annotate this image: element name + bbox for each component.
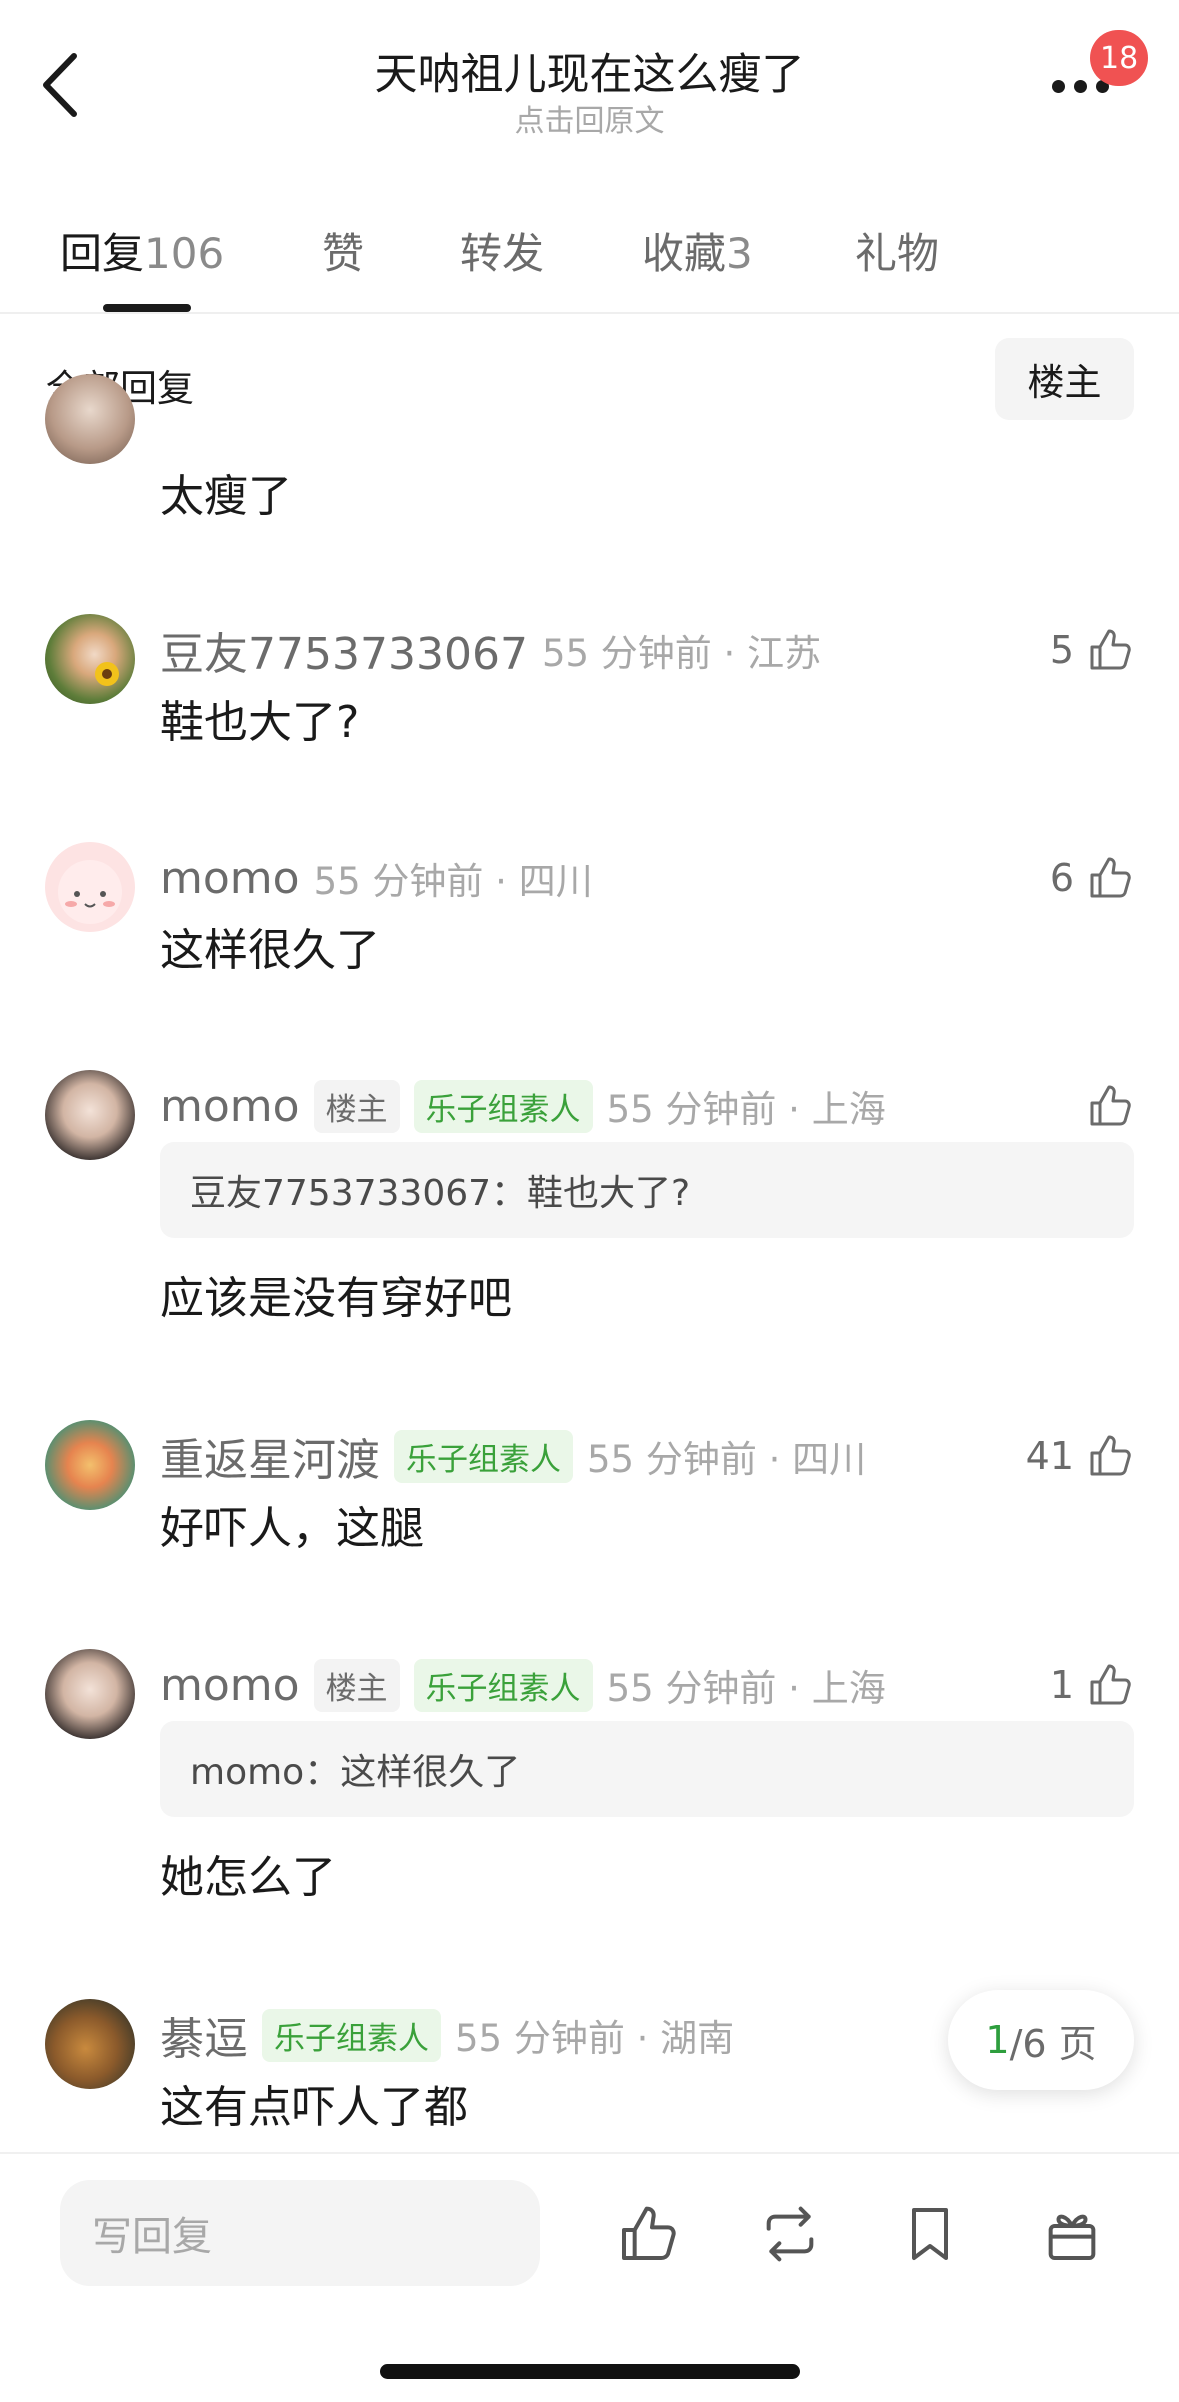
repost-button[interactable] <box>750 2194 830 2274</box>
comment-meta: momo 楼主 乐子组素人 55 分钟前 · 上海 <box>160 1076 886 1136</box>
bottom-action-bar: 写回复 <box>0 2152 1179 2402</box>
like-button[interactable]: 6 <box>1050 848 1134 908</box>
avatar[interactable] <box>45 1999 135 2089</box>
comment-text: 太瘦了 <box>160 471 292 522</box>
comment-item: momo 55 分钟前 · 四川 6 这样很久了 <box>0 836 1179 986</box>
quoted-reply[interactable]: momo：这样很久了 <box>160 1721 1134 1817</box>
gift-button[interactable] <box>1032 2194 1112 2274</box>
like-count: 1 <box>1049 1663 1074 1707</box>
notification-badge: 18 <box>1090 30 1149 86</box>
thumbs-up-icon <box>622 2206 676 2260</box>
back-to-original-link[interactable]: 点击回原文 <box>0 96 1179 140</box>
reply-input[interactable]: 写回复 <box>60 2180 540 2286</box>
comment-item: momo 楼主 乐子组素人 55 分钟前 · 上海 1 momo：这样很久了 她… <box>0 1643 1179 1913</box>
time-location: 55 分钟前 · 江苏 <box>541 632 822 675</box>
bookmark-icon <box>912 2208 948 2260</box>
tab-favorites[interactable]: 收藏3 <box>642 220 753 281</box>
time-location: 55 分钟前 · 湖南 <box>455 2017 735 2060</box>
username[interactable]: 綦逗 <box>160 2003 248 2067</box>
top-navigation-bar: 天呐祖儿现在这么瘦了 点击回原文 18 <box>0 0 1179 150</box>
tab-count: 106 <box>144 229 225 278</box>
username[interactable]: 重返星河渡 <box>160 1424 380 1488</box>
comment-meta: 重返星河渡 乐子组素人 55 分钟前 · 四川 <box>160 1426 866 1486</box>
more-icon <box>1052 80 1109 93</box>
avatar[interactable] <box>45 1070 135 1160</box>
op-badge: 楼主 <box>313 1658 400 1712</box>
active-tab-indicator <box>103 304 191 312</box>
comment-meta: 綦逗 乐子组素人 55 分钟前 · 湖南 <box>160 2005 734 2065</box>
like-button[interactable]: 5 <box>1050 620 1134 680</box>
tab-label: 赞 <box>322 229 365 278</box>
thumbs-up-icon <box>1090 1664 1131 1705</box>
like-button[interactable]: 41 <box>1026 1426 1134 1486</box>
time-location: 55 分钟前 · 四川 <box>313 860 593 903</box>
thumbs-up-icon <box>1090 857 1131 898</box>
comment-text: 鞋也大了? <box>160 697 360 748</box>
like-count: 41 <box>1025 1434 1074 1478</box>
avatar[interactable] <box>45 1420 135 1510</box>
tab-label: 礼物 <box>855 229 940 278</box>
comment-text: 这有点吓人了都 <box>160 2082 468 2133</box>
avatar[interactable] <box>45 842 135 932</box>
gift-icon <box>1048 2214 1096 2260</box>
filter-row: 全部回复 楼主 <box>0 336 1179 426</box>
tab-reposts[interactable]: 转发 <box>460 220 544 281</box>
comment-meta: momo 55 分钟前 · 四川 <box>160 848 593 908</box>
comment-text: 好吓人，这腿 <box>160 1503 424 1554</box>
time-location: 55 分钟前 · 四川 <box>587 1438 867 1481</box>
like-button[interactable] <box>1086 1076 1134 1136</box>
time-location: 55 分钟前 · 上海 <box>606 1088 886 1131</box>
avatar[interactable] <box>45 614 135 704</box>
time-location: 55 分钟前 · 上海 <box>606 1667 886 1710</box>
username[interactable]: momo <box>160 853 300 904</box>
post-title: 天呐祖儿现在这么瘦了 <box>374 50 805 100</box>
username[interactable]: momo <box>160 1660 300 1711</box>
group-badge: 乐子组素人 <box>394 1429 573 1483</box>
avatar[interactable] <box>45 374 135 464</box>
avatar[interactable] <box>45 1649 135 1739</box>
tab-replies[interactable]: 回复106 <box>60 220 224 281</box>
repost-icon <box>766 2206 814 2262</box>
tab-label: 回复 <box>60 229 145 278</box>
comment-text: 这样很久了 <box>160 925 380 976</box>
like-button[interactable]: 1 <box>1050 1655 1134 1715</box>
tab-label: 转发 <box>460 229 545 278</box>
bookmark-button[interactable] <box>890 2194 970 2274</box>
username[interactable]: momo <box>160 1081 300 1132</box>
comment-item: 太瘦了 <box>0 374 1179 544</box>
comment-meta: 豆友7753733067 55 分钟前 · 江苏 <box>160 620 821 680</box>
tab-label: 收藏 <box>642 229 727 278</box>
home-indicator <box>380 2364 800 2379</box>
op-only-filter-button[interactable]: 楼主 <box>995 338 1134 420</box>
comment-text: 她怎么了 <box>160 1852 336 1903</box>
like-post-button[interactable] <box>608 2194 688 2274</box>
thumbs-up-icon <box>1090 1085 1131 1126</box>
group-badge: 乐子组素人 <box>413 1079 593 1133</box>
username[interactable]: 豆友7753733067 <box>160 618 528 682</box>
sunflower-icon <box>95 662 119 686</box>
comment-text: 应该是没有穿好吧 <box>160 1273 512 1324</box>
comment-meta: momo 楼主 乐子组素人 55 分钟前 · 上海 <box>160 1655 886 1715</box>
tab-gifts[interactable]: 礼物 <box>855 220 939 281</box>
cartoon-face-icon <box>58 860 122 924</box>
comment-item: momo 楼主 乐子组素人 55 分钟前 · 上海 豆友7753733067：鞋… <box>0 1064 1179 1334</box>
like-count: 5 <box>1049 628 1074 672</box>
group-badge: 乐子组素人 <box>413 1658 593 1712</box>
current-page: 1 <box>985 2018 1010 2062</box>
comment-item: 重返星河渡 乐子组素人 55 分钟前 · 四川 41 好吓人，这腿 <box>0 1414 1179 1564</box>
tab-likes[interactable]: 赞 <box>322 220 364 281</box>
group-badge: 乐子组素人 <box>262 2008 441 2062</box>
total-pages: /6 页 <box>1009 2021 1097 2066</box>
tab-count: 3 <box>726 229 753 278</box>
thumbs-up-icon <box>1090 629 1131 670</box>
op-badge: 楼主 <box>313 1079 400 1133</box>
page-indicator[interactable]: 1/6 页 <box>948 1990 1134 2090</box>
comment-item: 豆友7753733067 55 分钟前 · 江苏 5 鞋也大了? <box>0 608 1179 758</box>
quoted-reply[interactable]: 豆友7753733067：鞋也大了? <box>160 1142 1134 1238</box>
like-count: 6 <box>1049 856 1074 900</box>
tab-bar: 回复106 赞 转发 收藏3 礼物 <box>0 210 1179 314</box>
thumbs-up-icon <box>1090 1435 1131 1476</box>
